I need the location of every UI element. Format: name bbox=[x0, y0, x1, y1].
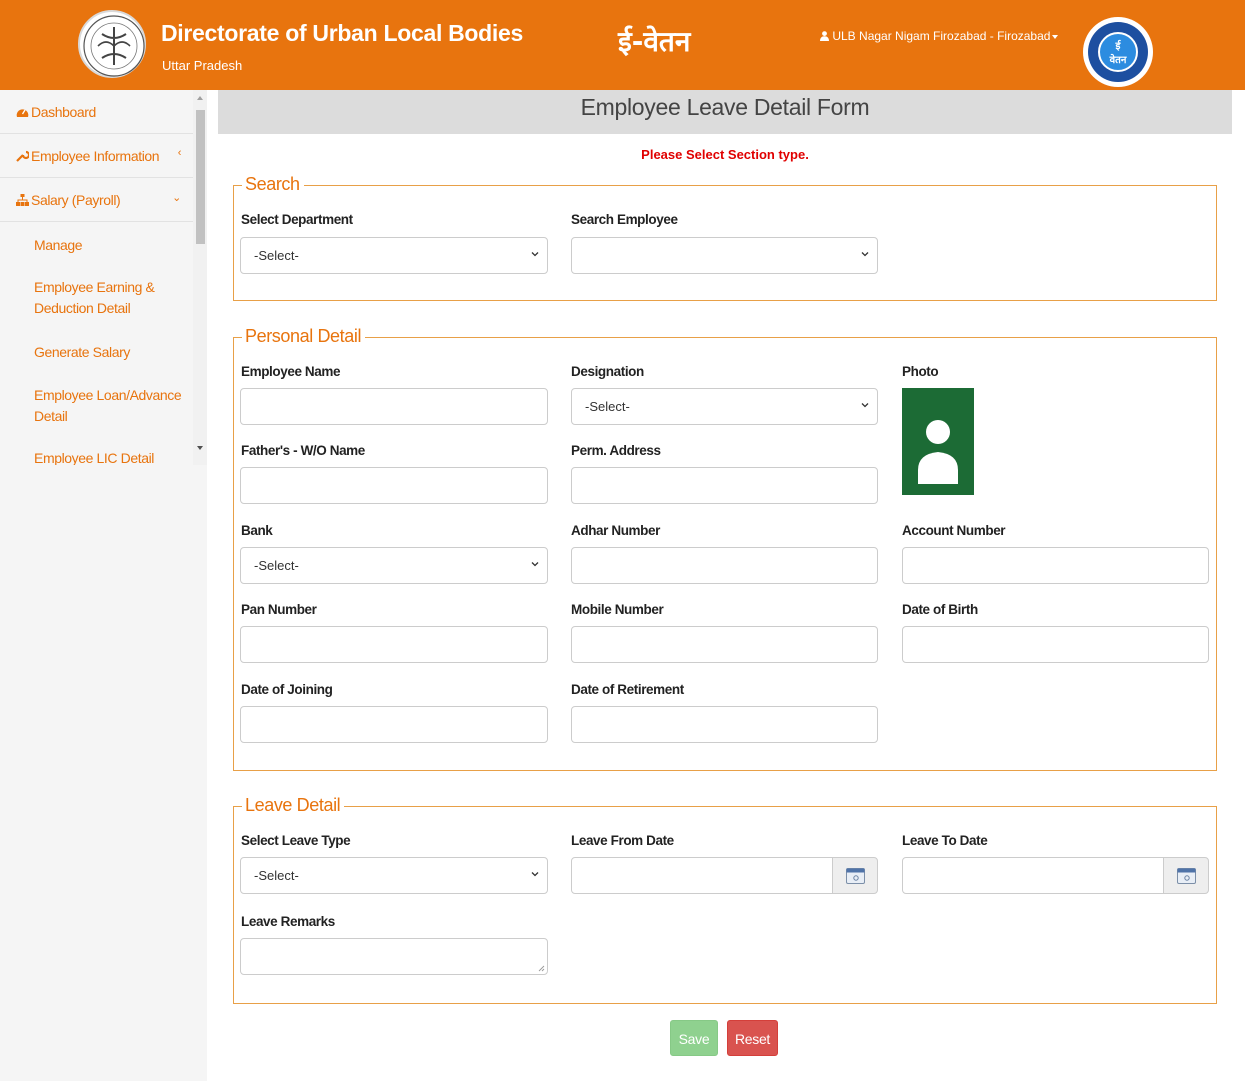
search-legend: Search bbox=[242, 174, 304, 195]
pan-number-label: Pan Number bbox=[241, 602, 317, 617]
chevron-down-icon bbox=[861, 252, 869, 257]
reset-button[interactable]: Reset bbox=[727, 1020, 778, 1056]
page-header-bar: Employee Leave Detail Form bbox=[218, 90, 1232, 134]
perm-address-label: Perm. Address bbox=[571, 443, 661, 458]
sidebar-item-label: Dashboard bbox=[31, 104, 96, 120]
bank-label: Bank bbox=[241, 523, 273, 538]
personal-detail-legend: Personal Detail bbox=[242, 326, 366, 347]
chevron-down-icon bbox=[531, 562, 539, 567]
app-name: ई-वेतन bbox=[618, 25, 691, 58]
pan-number-input[interactable] bbox=[240, 626, 548, 663]
leave-remarks-label: Leave Remarks bbox=[241, 914, 335, 929]
chevron-down-icon: ⌄ bbox=[172, 192, 181, 204]
sidebar-subitem-earning-deduction[interactable]: Employee Earning & Deduction Detail bbox=[34, 277, 184, 319]
father-name-input[interactable] bbox=[240, 467, 548, 504]
leave-from-date-label: Leave From Date bbox=[571, 833, 674, 848]
date-of-birth-label: Date of Birth bbox=[902, 602, 978, 617]
sidebar-subitem-generate-salary[interactable]: Generate Salary bbox=[34, 342, 184, 363]
search-employee-label: Search Employee bbox=[571, 212, 678, 227]
user-label: ULB Nagar Nigam Firozabad - Firozabad bbox=[832, 29, 1051, 43]
scroll-up-icon[interactable] bbox=[197, 96, 203, 100]
leave-to-date-input[interactable] bbox=[902, 857, 1164, 894]
scroll-down-icon[interactable] bbox=[197, 446, 203, 450]
chevron-down-icon bbox=[531, 252, 539, 257]
sitemap-icon bbox=[16, 194, 29, 206]
employee-name-label: Employee Name bbox=[241, 364, 341, 379]
dashboard-icon bbox=[16, 109, 29, 117]
page-title: Employee Leave Detail Form bbox=[580, 94, 870, 120]
chevron-left-icon: ‹ bbox=[177, 147, 182, 159]
leave-type-select[interactable]: -Select- bbox=[240, 857, 548, 894]
logo-inner-text: ई वेतन bbox=[1098, 32, 1138, 72]
leave-remarks-textarea[interactable] bbox=[240, 938, 548, 975]
date-of-joining-input[interactable] bbox=[240, 706, 548, 743]
calendar-icon bbox=[1177, 868, 1196, 884]
sidebar-item-label: Salary (Payroll) bbox=[31, 192, 121, 208]
top-header: Directorate of Urban Local Bodies Uttar … bbox=[0, 0, 1245, 90]
department-select[interactable]: -Select- bbox=[240, 237, 548, 274]
adhar-number-input[interactable] bbox=[571, 547, 878, 584]
sidebar-subitem-manage[interactable]: Manage bbox=[34, 235, 184, 256]
employee-name-input[interactable] bbox=[240, 388, 548, 425]
bank-select-value: -Select- bbox=[254, 558, 299, 573]
chevron-down-icon bbox=[531, 872, 539, 877]
org-title: Directorate of Urban Local Bodies bbox=[161, 20, 524, 46]
leave-from-calendar-button[interactable] bbox=[832, 857, 878, 894]
father-name-label: Father's - W/O Name bbox=[241, 443, 365, 458]
e-vetan-logo: ई वेतन bbox=[1083, 17, 1153, 87]
department-label: Select Department bbox=[241, 212, 353, 227]
save-button[interactable]: Save bbox=[670, 1020, 718, 1056]
sidebar-item-employee-information[interactable]: Employee Information ‹ bbox=[0, 134, 193, 178]
date-of-retirement-input[interactable] bbox=[571, 706, 878, 743]
chevron-down-icon bbox=[861, 403, 869, 408]
calendar-icon bbox=[846, 868, 865, 884]
up-govt-emblem-logo bbox=[78, 10, 146, 78]
employee-photo bbox=[902, 388, 974, 495]
mobile-number-input[interactable] bbox=[571, 626, 878, 663]
sidebar-subitem-loan-advance[interactable]: Employee Loan/Advance Detail bbox=[34, 385, 184, 427]
logo-text-line1: ई bbox=[1115, 41, 1121, 52]
resize-grip-icon[interactable] bbox=[538, 965, 545, 972]
designation-label: Designation bbox=[571, 364, 644, 379]
sidebar-subitem-lic-detail[interactable]: Employee LIC Detail bbox=[34, 448, 184, 465]
designation-select-value: -Select- bbox=[585, 399, 630, 414]
org-subtitle: Uttar Pradesh bbox=[162, 58, 243, 73]
user-icon bbox=[820, 31, 829, 41]
wrench-icon bbox=[16, 150, 29, 162]
mobile-number-label: Mobile Number bbox=[571, 602, 664, 617]
sidebar-item-label: Employee Information bbox=[31, 148, 160, 164]
leave-detail-legend: Leave Detail bbox=[242, 795, 345, 816]
date-of-joining-label: Date of Joining bbox=[241, 682, 333, 697]
leave-to-date-label: Leave To Date bbox=[902, 833, 988, 848]
account-number-label: Account Number bbox=[902, 523, 1006, 538]
designation-select[interactable]: -Select- bbox=[571, 388, 878, 425]
user-menu-dropdown[interactable]: ULB Nagar Nigam Firozabad - Firozabad bbox=[820, 29, 1059, 43]
sidebar-item-dashboard[interactable]: Dashboard bbox=[0, 90, 193, 134]
leave-from-date-input[interactable] bbox=[571, 857, 833, 894]
logo-text-line2: वेतन bbox=[1109, 55, 1127, 66]
leave-type-label: Select Leave Type bbox=[241, 833, 351, 848]
caret-down-icon bbox=[1052, 34, 1059, 39]
date-of-birth-input[interactable] bbox=[902, 626, 1209, 663]
search-employee-select[interactable] bbox=[571, 237, 878, 274]
adhar-number-label: Adhar Number bbox=[571, 523, 660, 538]
sidebar-menu: Dashboard Employee Information ‹ Salary … bbox=[0, 90, 207, 465]
sidebar-scroll-thumb[interactable] bbox=[196, 110, 205, 244]
user-silhouette-icon bbox=[918, 420, 958, 484]
leave-to-calendar-button[interactable] bbox=[1163, 857, 1209, 894]
date-of-retirement-label: Date of Retirement bbox=[571, 682, 684, 697]
photo-label: Photo bbox=[902, 364, 939, 379]
leave-type-select-value: -Select- bbox=[254, 868, 299, 883]
bank-select[interactable]: -Select- bbox=[240, 547, 548, 584]
account-number-input[interactable] bbox=[902, 547, 1209, 584]
perm-address-input[interactable] bbox=[571, 467, 878, 504]
sidebar-item-salary-payroll[interactable]: Salary (Payroll) ⌄ bbox=[0, 178, 193, 222]
department-select-value: -Select- bbox=[254, 248, 299, 263]
warning-message: Please Select Section type. bbox=[641, 147, 809, 162]
sidebar: Dashboard Employee Information ‹ Salary … bbox=[0, 90, 207, 1081]
